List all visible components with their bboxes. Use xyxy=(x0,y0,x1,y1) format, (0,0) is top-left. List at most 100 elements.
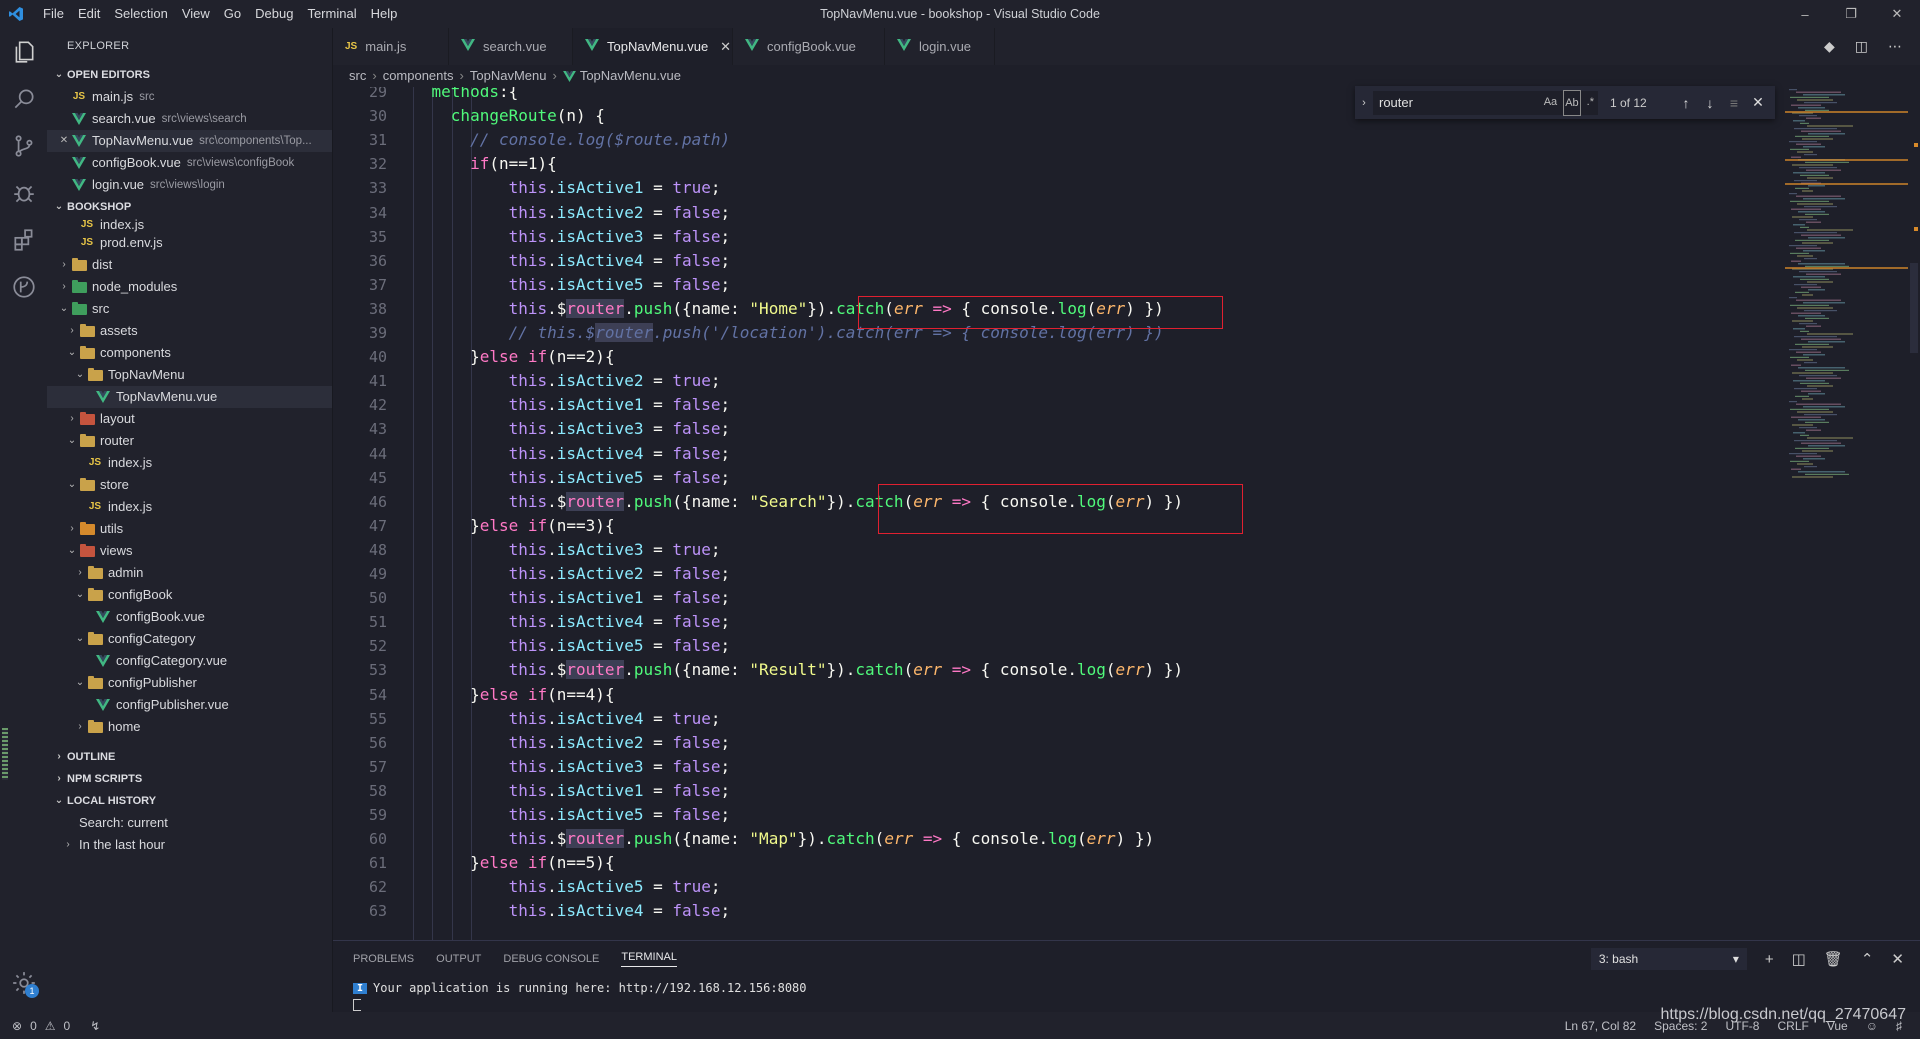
file-item[interactable]: TopNavMenu.vue xyxy=(47,386,332,408)
error-count[interactable]: 0 xyxy=(30,1019,37,1033)
breadcrumb-item[interactable]: components xyxy=(383,65,454,87)
close-find-icon[interactable]: ✕ xyxy=(1746,94,1770,111)
close-window-button[interactable]: ✕ xyxy=(1874,0,1920,28)
chevron-up-icon[interactable]: ⌃ xyxy=(1861,950,1874,968)
folder-item[interactable]: › dist xyxy=(47,254,332,276)
folder-item[interactable]: ⌄ views xyxy=(47,540,332,562)
extensions-icon[interactable] xyxy=(0,216,47,263)
source-control-icon[interactable] xyxy=(0,122,47,169)
menu-file[interactable]: File xyxy=(36,0,71,28)
settings-gear-icon[interactable]: 1 xyxy=(0,959,47,1006)
match-whole-word-icon[interactable]: Ab xyxy=(1563,89,1581,116)
breadcrumb-item[interactable]: TopNavMenu.vue xyxy=(580,65,681,87)
error-icon[interactable]: ⊗ xyxy=(12,1019,22,1033)
folder-item[interactable]: ⌄ store xyxy=(47,474,332,496)
outline-header[interactable]: › OUTLINE xyxy=(47,746,332,768)
tab-debug-console[interactable]: DEBUG CONSOLE xyxy=(503,953,599,965)
scroll-thumb[interactable] xyxy=(1910,263,1918,353)
menu-go[interactable]: Go xyxy=(217,0,248,28)
open-editors-header[interactable]: ⌄ OPEN EDITORS xyxy=(47,64,332,86)
file-item[interactable]: configCategory.vue xyxy=(47,650,332,672)
menu-terminal[interactable]: Terminal xyxy=(300,0,363,28)
tab-configbook-vue[interactable]: configBook.vue xyxy=(733,28,885,65)
split-terminal-icon[interactable]: ◫ xyxy=(1792,950,1806,968)
menu-selection[interactable]: Selection xyxy=(107,0,174,28)
file-item[interactable]: configPublisher.vue xyxy=(47,694,332,716)
npm-scripts-header[interactable]: › NPM SCRIPTS xyxy=(47,768,332,790)
warning-icon[interactable]: ⚠ xyxy=(45,1019,56,1033)
folder-item[interactable]: › utils xyxy=(47,518,332,540)
menu-view[interactable]: View xyxy=(175,0,217,28)
editor-scrollbar[interactable] xyxy=(1908,87,1920,940)
breadcrumb-item[interactable]: TopNavMenu xyxy=(470,65,547,87)
folder-item[interactable]: ⌄ configPublisher xyxy=(47,672,332,694)
find-in-selection-icon[interactable]: ≡ xyxy=(1722,95,1746,111)
history-item[interactable]: › In the last hour xyxy=(47,834,332,856)
trash-icon[interactable]: 🗑 xyxy=(1824,950,1843,968)
folder-item[interactable]: › admin xyxy=(47,562,332,584)
terminal-select[interactable]: 3: bash ▾ xyxy=(1590,948,1747,970)
folder-item[interactable]: ⌄ src xyxy=(47,298,332,320)
tab-login-vue[interactable]: login.vue xyxy=(885,28,995,65)
terminal-output[interactable]: I Your application is running here: http… xyxy=(353,981,807,995)
tab-output[interactable]: OUTPUT xyxy=(436,953,481,965)
tab-main-js[interactable]: JS main.js xyxy=(333,28,449,65)
new-terminal-icon[interactable]: + xyxy=(1765,951,1774,968)
menu-help[interactable]: Help xyxy=(364,0,405,28)
match-case-icon[interactable]: Aa xyxy=(1544,90,1557,116)
split-editor-icon[interactable]: ◫ xyxy=(1855,38,1868,55)
tab-search-vue[interactable]: search.vue xyxy=(449,28,573,65)
folder-item[interactable]: ⌄ configBook xyxy=(47,584,332,606)
menu-edit[interactable]: Edit xyxy=(71,0,107,28)
close-tab-icon[interactable]: ✕ xyxy=(720,39,731,55)
cursor-position[interactable]: Ln 67, Col 82 xyxy=(1565,1019,1636,1033)
folder-item[interactable]: ⌄ TopNavMenu xyxy=(47,364,332,386)
open-editor-item[interactable]: ✕ TopNavMenu.vue src\components\Top... xyxy=(47,130,332,152)
tree-item-label: node_modules xyxy=(92,279,178,294)
bookshop-header[interactable]: ⌄ BOOKSHOP xyxy=(47,196,332,218)
folder-item[interactable]: ⌄ configCategory xyxy=(47,628,332,650)
menu-debug[interactable]: Debug xyxy=(248,0,300,28)
file-item[interactable]: JS prod.env.js xyxy=(47,232,332,254)
open-editor-item[interactable]: login.vue src\views\login xyxy=(47,174,332,196)
minimize-button[interactable]: – xyxy=(1782,0,1828,28)
close-panel-icon[interactable]: ✕ xyxy=(1891,950,1904,968)
folder-item[interactable]: › home xyxy=(47,716,332,738)
close-icon[interactable]: ✕ xyxy=(57,130,71,152)
previous-match-icon[interactable]: ↑ xyxy=(1674,95,1698,111)
code-editor[interactable]: 29 methods:{30 changeRoute(n) {31 // con… xyxy=(333,87,1920,940)
file-item[interactable]: JS index.js xyxy=(47,496,332,518)
file-item[interactable]: JS index.js xyxy=(47,452,332,474)
regex-icon[interactable]: .* xyxy=(1587,90,1594,116)
folder-item[interactable]: ⌄ router xyxy=(47,430,332,452)
compare-icon[interactable]: ◆ xyxy=(1824,38,1835,55)
chevron-right-icon[interactable]: › xyxy=(1355,97,1373,109)
chevron-right-icon: › xyxy=(78,721,82,732)
next-match-icon[interactable]: ↓ xyxy=(1698,95,1722,111)
folder-item[interactable]: › assets xyxy=(47,320,332,342)
folder-item[interactable]: › layout xyxy=(47,408,332,430)
warning-count[interactable]: 0 xyxy=(64,1019,71,1033)
file-item[interactable]: configBook.vue xyxy=(47,606,332,628)
file-item[interactable]: JS index.js xyxy=(47,218,332,232)
open-editor-item[interactable]: search.vue src\views\search xyxy=(47,108,332,130)
explorer-icon[interactable] xyxy=(0,28,47,75)
history-item[interactable]: Search: current xyxy=(47,812,332,834)
git-graph-icon[interactable] xyxy=(0,263,47,310)
tab-terminal[interactable]: TERMINAL xyxy=(621,951,677,967)
folder-item[interactable]: ⌄ components xyxy=(47,342,332,364)
lightning-icon[interactable]: ↯ xyxy=(90,1019,100,1033)
search-icon[interactable] xyxy=(0,75,47,122)
restore-button[interactable]: ❐ xyxy=(1828,0,1874,28)
tab-topnavmenu-vue[interactable]: TopNavMenu.vue ✕ xyxy=(573,28,733,65)
more-actions-icon[interactable]: ⋯ xyxy=(1888,38,1902,55)
debug-icon[interactable] xyxy=(0,169,47,216)
folder-item[interactable]: › node_modules xyxy=(47,276,332,298)
local-history-header[interactable]: ⌄ LOCAL HISTORY xyxy=(47,790,332,812)
open-editor-item[interactable]: configBook.vue src\views\configBook xyxy=(47,152,332,174)
minimap[interactable] xyxy=(1785,87,1910,940)
find-input[interactable]: router Aa Ab .* xyxy=(1373,89,1598,116)
open-editor-item[interactable]: JS main.js src xyxy=(47,86,332,108)
tab-problems[interactable]: PROBLEMS xyxy=(353,953,414,965)
breadcrumb-item[interactable]: src xyxy=(349,65,366,87)
